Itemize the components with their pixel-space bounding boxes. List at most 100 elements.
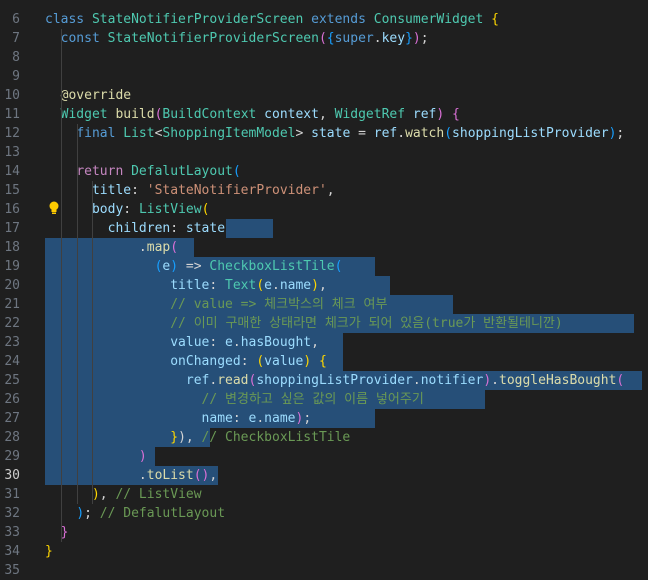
line-code: // value => 체크박스의 체크 여부 (45, 295, 387, 314)
code-token: : (170, 221, 186, 236)
code-line[interactable]: 31 ), // ListView (0, 485, 648, 504)
code-token: : (209, 335, 226, 350)
code-line[interactable]: 19 (e) => CheckboxListTile( (0, 257, 648, 276)
code-token: const (60, 31, 108, 46)
line-code: value: e.hasBought, (45, 333, 319, 352)
code-token: // 변경하고 싶은 값의 이름 넣어주기 (201, 392, 424, 407)
code-line[interactable]: 9 (0, 67, 648, 86)
line-code: class StateNotifierProviderScreen extend… (45, 10, 499, 29)
code-line[interactable]: 21 // value => 체크박스의 체크 여부 (0, 295, 648, 314)
line-number: 29 (4, 449, 20, 464)
code-token: ), (178, 430, 202, 445)
code-token: notifier (420, 373, 484, 388)
code-token: hasBought (240, 335, 312, 350)
code-token: WidgetRef (334, 107, 413, 122)
code-line[interactable]: 18 .map( (0, 238, 648, 257)
code-token: // CheckboxListTile (201, 430, 351, 445)
code-line[interactable]: 13 (0, 143, 648, 162)
code-line[interactable]: 28 }), // CheckboxListTile (0, 428, 648, 447)
line-code: title: Text(e.name), (45, 276, 327, 295)
code-token: , (209, 468, 218, 483)
code-line[interactable]: 12 final List<ShoppingItemModel> state =… (0, 124, 648, 143)
line-number: 28 (4, 430, 20, 445)
code-token: key (381, 31, 406, 46)
code-token: . (491, 373, 499, 388)
line-code: onChanged: (value) { (45, 352, 327, 371)
code-line[interactable]: 24 onChanged: (value) { (0, 352, 648, 371)
code-token: . (256, 411, 265, 426)
code-line[interactable]: 14 return DefalutLayout( (0, 162, 648, 181)
code-line[interactable]: 6 class StateNotifierProviderScreen exten… (0, 10, 648, 29)
line-code: const StateNotifierProviderScreen({super… (45, 29, 429, 48)
code-line[interactable]: 32 ); // DefalutLayout (0, 504, 648, 523)
code-line[interactable]: 8 (0, 48, 648, 67)
line-code: title: 'StateNotifierProvider', (45, 181, 335, 200)
line-number: 26 (4, 392, 20, 407)
code-token: , (318, 107, 335, 122)
code-line[interactable]: 7 const StateNotifierProviderScreen({sup… (0, 29, 648, 48)
line-code: ); // DefalutLayout (45, 504, 225, 523)
code-token: ( (444, 126, 453, 141)
indent-guide (61, 29, 62, 542)
code-token: name (264, 411, 296, 426)
code-token: CheckboxListTile (209, 259, 335, 274)
code-line[interactable]: 27 name: e.name); (0, 409, 648, 428)
line-number: 21 (4, 297, 20, 312)
code-token: StateNotifierProviderScreen (107, 31, 319, 46)
code-token: ConsumerWidget (373, 12, 492, 27)
line-number: 25 (4, 373, 20, 388)
line-number: 17 (4, 221, 20, 236)
line-code: ), // ListView (45, 485, 202, 504)
code-token: name (279, 278, 312, 293)
code-token: { (326, 31, 335, 46)
code-line[interactable]: 16 body: ListView( (0, 200, 648, 219)
line-code: children: state (45, 219, 233, 238)
line-number: 24 (4, 354, 20, 369)
code-line[interactable]: 22 // 이미 구매한 상태라면 체크가 되어 있음(true가 반환될테니깐… (0, 314, 648, 333)
code-token: : (123, 202, 139, 217)
code-line[interactable]: 10 @override (0, 86, 648, 105)
indent-guide (77, 124, 78, 504)
lightbulb-icon[interactable] (48, 201, 60, 215)
code-token: ) (91, 487, 100, 502)
code-line[interactable]: 17 children: state (0, 219, 648, 238)
line-number: 18 (4, 240, 20, 255)
code-token: e (264, 278, 272, 293)
code-line[interactable]: 15 title: 'StateNotifierProvider', (0, 181, 648, 200)
code-token: } (405, 31, 413, 46)
code-token: ) (483, 373, 492, 388)
code-line[interactable]: 11 Widget build(BuildContext context, Wi… (0, 105, 648, 124)
code-token: BuildContext (162, 107, 265, 122)
line-code: } (45, 542, 53, 561)
code-token: : (232, 411, 249, 426)
code-token: shoppingListProvider (256, 373, 413, 388)
code-editor[interactable]: 6 class StateNotifierProviderScreen exten… (0, 0, 648, 578)
code-token: DefalutLayout (131, 164, 233, 179)
code-line[interactable]: 26 // 변경하고 싶은 값의 이름 넣어주기 (0, 390, 648, 409)
code-line[interactable]: 30 .toList(), (0, 466, 648, 485)
code-token: } (170, 430, 179, 445)
code-token: read (217, 373, 249, 388)
code-token: ) (170, 259, 179, 274)
code-line[interactable]: 25 ref.read(shoppingListProvider.notifie… (0, 371, 648, 390)
code-line[interactable]: 33 } (0, 523, 648, 542)
code-token: { (491, 12, 499, 27)
code-token: > (295, 126, 312, 141)
code-token: => (178, 259, 210, 274)
code-line[interactable]: 20 title: Text(e.name), (0, 276, 648, 295)
code-token: ; (303, 411, 312, 426)
code-line[interactable]: 29 ) (0, 447, 648, 466)
code-line[interactable]: 34} (0, 542, 648, 561)
line-number: 10 (4, 88, 20, 103)
code-line[interactable]: 23 value: e.hasBought, (0, 333, 648, 352)
code-token: ( (256, 354, 265, 369)
line-number: 20 (4, 278, 20, 293)
